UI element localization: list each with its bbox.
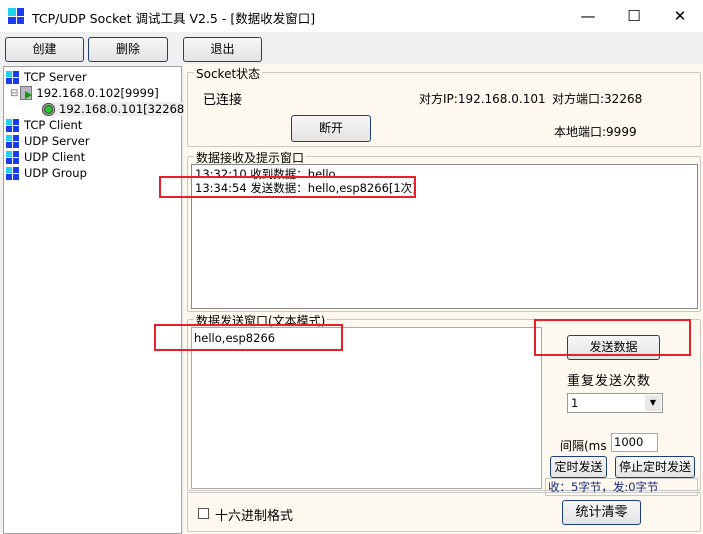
collapse-icon[interactable]: ⊟ xyxy=(10,88,18,99)
highlight-annotation xyxy=(154,324,343,351)
app-logo-icon xyxy=(8,8,24,24)
folder-icon xyxy=(6,166,19,180)
folder-icon xyxy=(6,70,19,84)
exit-button[interactable]: 退出 xyxy=(183,37,262,62)
maximize-button[interactable]: ☐ xyxy=(611,0,657,32)
folder-icon xyxy=(6,134,19,148)
repeat-count-label: 重复发送次数 xyxy=(567,374,652,389)
connection-tree: TCP Server ⊟ 192.168.0.102[9999] 192.168.… xyxy=(3,66,189,534)
close-button[interactable]: ✕ xyxy=(657,0,703,32)
tree-item-tcp-client[interactable]: TCP Client xyxy=(6,118,82,132)
reset-stats-button[interactable]: 统计清零 xyxy=(562,500,641,525)
tree-item-tcp-server[interactable]: TCP Server xyxy=(6,70,87,84)
group-legend: Socket状态 xyxy=(194,65,263,82)
folder-icon xyxy=(6,118,19,132)
stop-timer-button[interactable]: 停止定时发送 xyxy=(615,456,695,478)
repeat-count-select[interactable]: 1 ▼ xyxy=(567,393,663,413)
highlight-annotation xyxy=(534,319,691,356)
repeat-count-value: 1 xyxy=(571,396,579,410)
remote-port: 对方端口:32268 xyxy=(552,92,643,106)
minimize-button[interactable]: — xyxy=(565,0,611,32)
hex-format-checkbox[interactable] xyxy=(198,508,209,519)
tree-item-client-node[interactable]: 192.168.0.101[32268] xyxy=(42,102,189,116)
options-group: 十六进制格式 统计清零 xyxy=(187,492,701,532)
title-bar: TCP/UDP Socket 调试工具 V2.5 - [数据收发窗口] — ☐ … xyxy=(0,0,703,32)
connection-status: 已连接 xyxy=(203,93,243,108)
send-input[interactable]: hello,esp8266 xyxy=(191,327,542,489)
local-port: 本地端口:9999 xyxy=(554,125,637,139)
timer-send-button[interactable]: 定时发送 xyxy=(550,456,607,478)
chevron-down-icon[interactable]: ▼ xyxy=(645,395,661,411)
tree-item-udp-server[interactable]: UDP Server xyxy=(6,134,90,148)
connected-client-icon xyxy=(42,102,55,116)
hex-format-label: 十六进制格式 xyxy=(215,509,294,524)
remote-ip: 对方IP:192.168.0.101 xyxy=(419,92,546,106)
interval-label: 间隔(ms xyxy=(560,439,607,453)
tree-item-udp-client[interactable]: UDP Client xyxy=(6,150,85,164)
main-panel: Socket状态 已连接 对方IP:192.168.0.101 对方端口:322… xyxy=(184,64,703,534)
folder-icon xyxy=(6,150,19,164)
interval-input[interactable]: 1000 xyxy=(611,433,658,452)
socket-status-group: Socket状态 已连接 对方IP:192.168.0.101 对方端口:322… xyxy=(187,65,701,147)
disconnect-button[interactable]: 断开 xyxy=(291,115,371,142)
window-title: TCP/UDP Socket 调试工具 V2.5 - [数据收发窗口] xyxy=(32,11,316,26)
server-icon xyxy=(20,86,33,100)
delete-button[interactable]: 删除 xyxy=(88,37,168,62)
create-button[interactable]: 创建 xyxy=(5,37,84,62)
tree-item-udp-group[interactable]: UDP Group xyxy=(6,166,87,180)
highlight-annotation xyxy=(159,176,416,198)
tree-item-server-node[interactable]: ⊟ 192.168.0.102[9999] xyxy=(10,86,159,100)
